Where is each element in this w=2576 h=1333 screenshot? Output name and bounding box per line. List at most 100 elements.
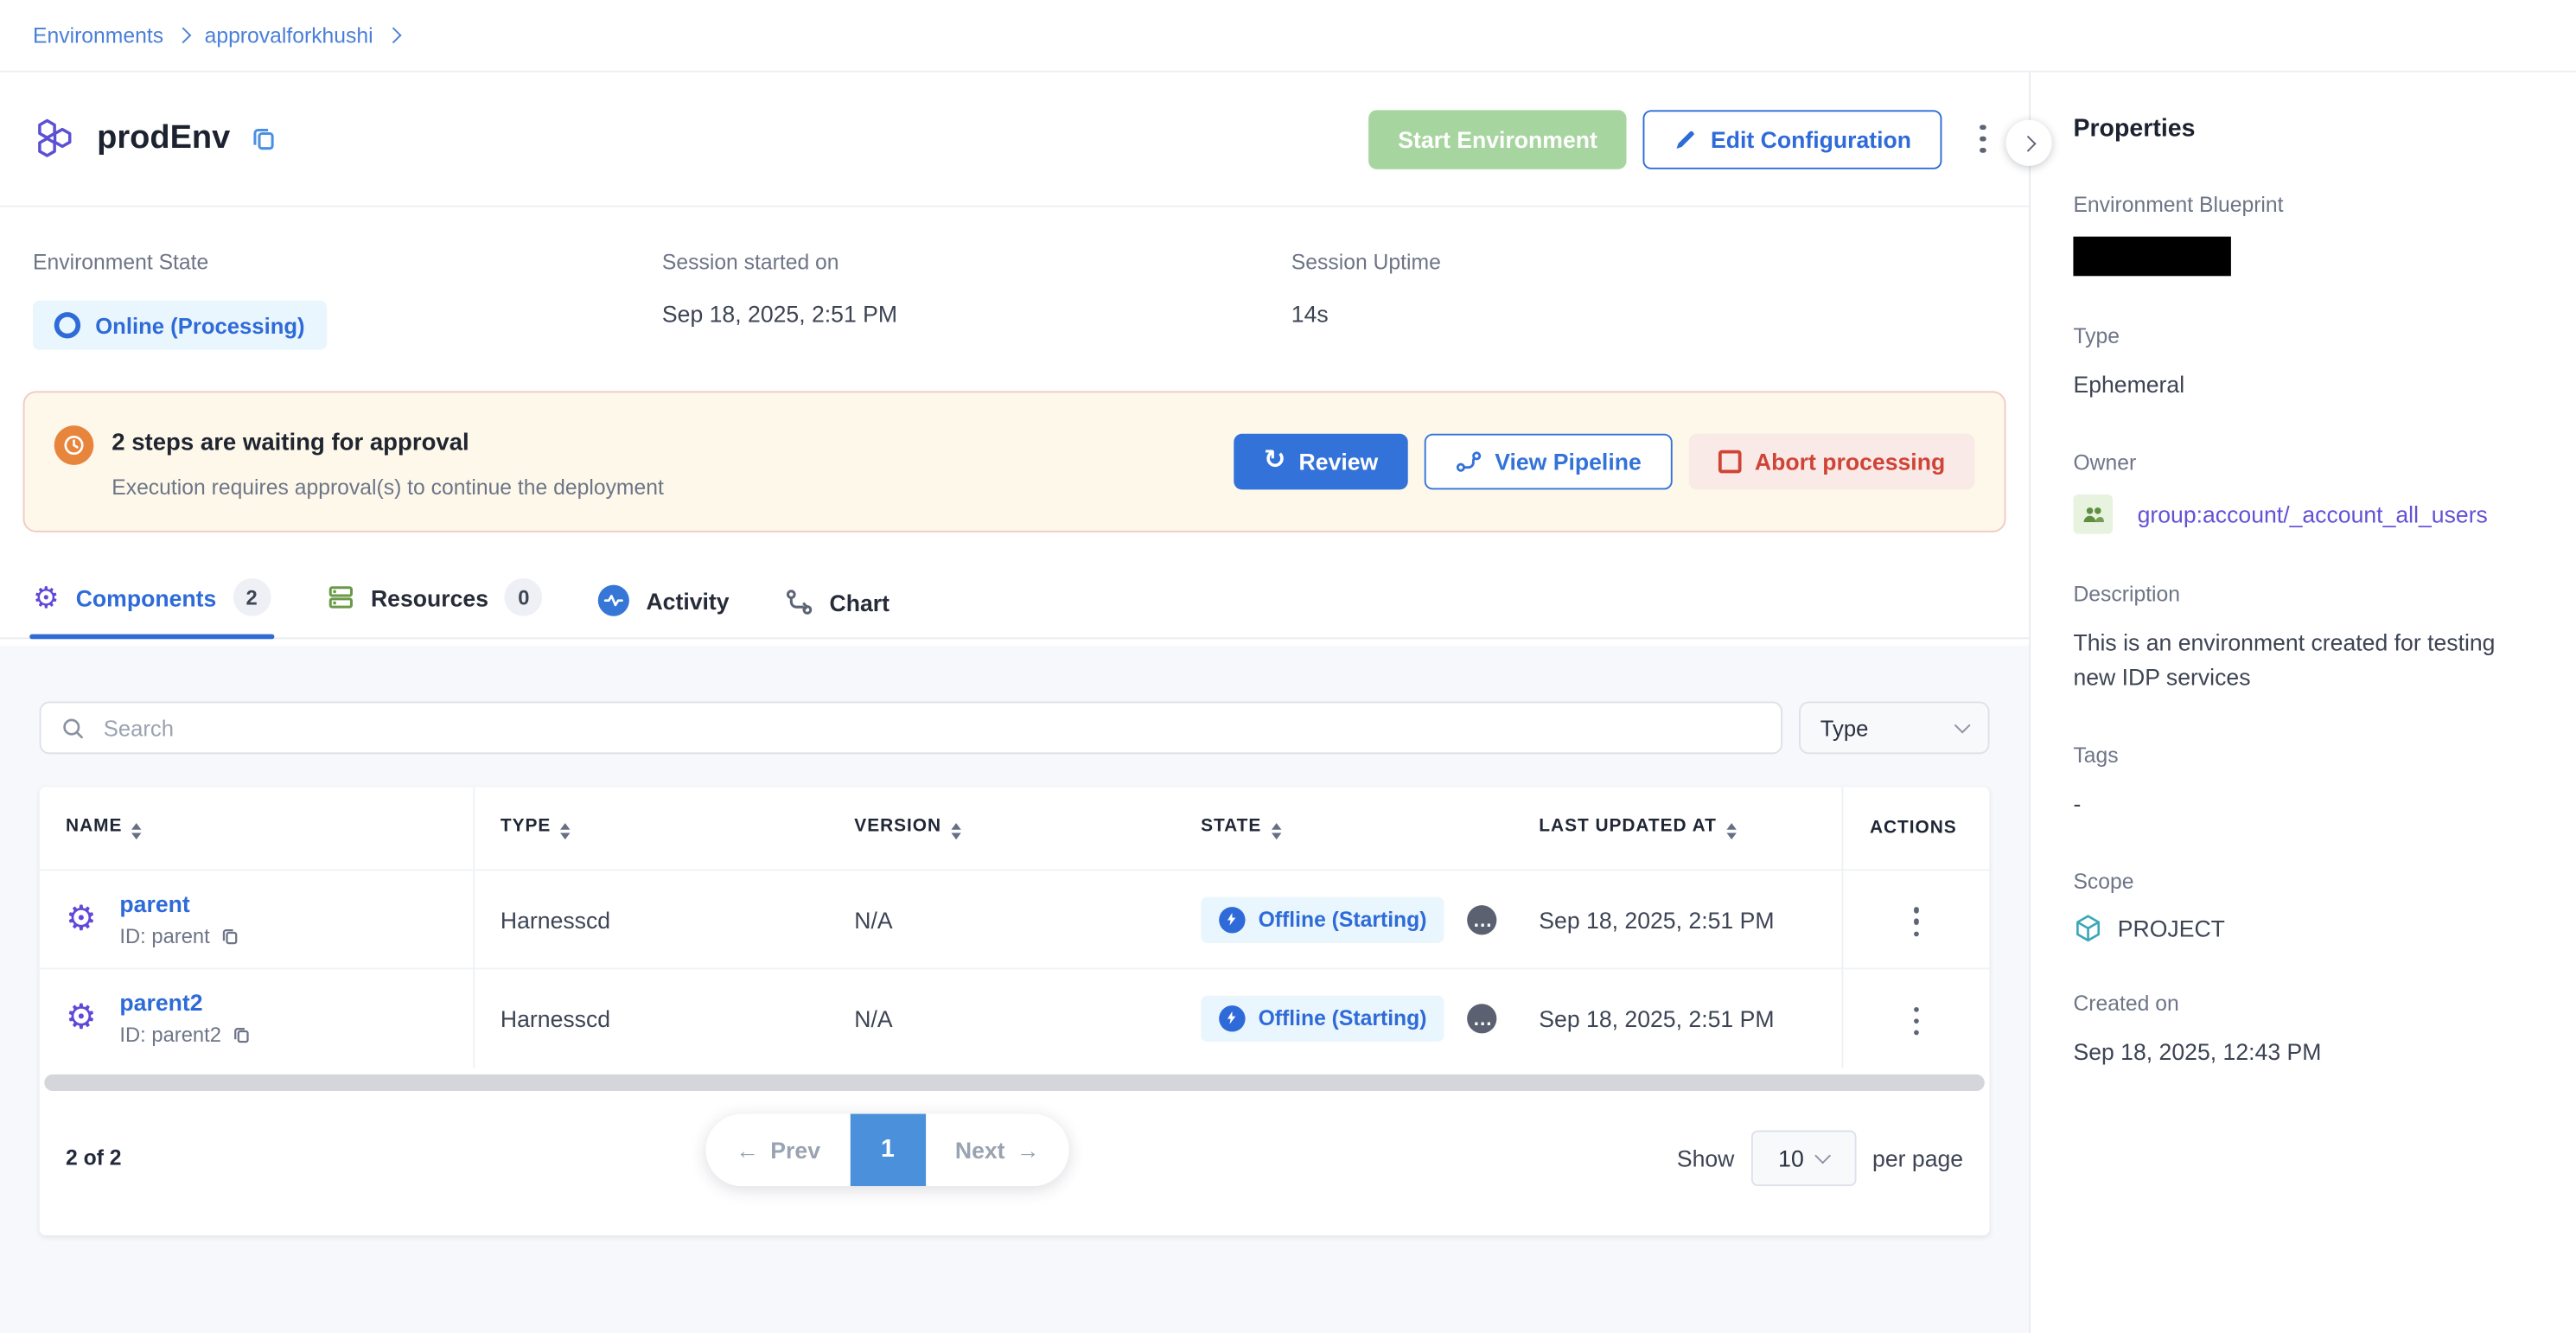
copy-id-icon[interactable] — [220, 927, 239, 947]
breadcrumb-separator-icon — [175, 27, 192, 43]
page-size-select[interactable]: 10 — [1750, 1130, 1856, 1186]
start-environment-button[interactable]: Start Environment — [1368, 109, 1627, 168]
components-table: NAME TYPE VERSION STATE LAST UPDATED AT … — [40, 787, 1990, 1067]
type-label: Type — [2073, 323, 2533, 348]
row-actions-kebab-icon[interactable] — [1903, 897, 1929, 947]
approval-banner-subtitle: Execution requires approval(s) to contin… — [112, 475, 664, 500]
environment-state-badge: Online (Processing) — [33, 301, 326, 350]
components-tab-content: Type NAME TYPE VERSION STATE — [0, 646, 2029, 1333]
properties-panel: Properties Environment Blueprint Type Ep… — [2029, 73, 2576, 1333]
main-column: prodEnv Start Environment Edit Configura… — [0, 73, 2029, 1333]
component-search — [40, 702, 1782, 755]
session-uptime-value: 14s — [1291, 301, 1921, 327]
project-cube-icon — [2073, 914, 2102, 943]
approval-banner-title: 2 steps are waiting for approval — [112, 431, 664, 456]
component-name-link[interactable]: parent — [119, 890, 189, 916]
component-id: ID: parent — [119, 925, 209, 948]
row-actions-kebab-icon[interactable] — [1903, 997, 1929, 1046]
type-filter-dropdown[interactable]: Type — [1799, 702, 1989, 755]
column-header-state[interactable]: STATE — [1175, 787, 1513, 870]
sort-icon — [561, 823, 571, 839]
column-header-last-updated[interactable]: LAST UPDATED AT — [1513, 787, 1843, 870]
column-header-actions: ACTIONS — [1843, 787, 1990, 870]
per-page-label: per page — [1872, 1145, 1963, 1170]
horizontal-scrollbar[interactable] — [44, 1074, 1985, 1090]
abort-processing-button[interactable]: Abort processing — [1689, 434, 1975, 490]
owner-label: Owner — [2073, 450, 2533, 475]
breadcrumb-environments-link[interactable]: Environments — [33, 23, 163, 48]
scope-value: PROJECT — [2118, 915, 2225, 941]
column-header-type[interactable]: TYPE — [474, 787, 828, 870]
components-table-card: NAME TYPE VERSION STATE LAST UPDATED AT … — [40, 787, 1990, 1234]
search-input[interactable] — [100, 714, 1761, 742]
created-on-value: Sep 18, 2025, 12:43 PM — [2073, 1035, 2533, 1069]
lightning-bolt-icon — [1219, 1005, 1245, 1031]
view-pipeline-button[interactable]: View Pipeline — [1424, 434, 1672, 490]
chart-nodes-icon — [785, 588, 813, 615]
pagination: 2 of 2 ← Prev 1 Next → Show — [40, 1090, 1990, 1234]
tags-value: - — [2073, 787, 2533, 821]
component-version: N/A — [828, 870, 1175, 968]
copy-environment-name-icon[interactable] — [246, 122, 281, 156]
tags-label: Tags — [2073, 743, 2533, 768]
type-field: Type Ephemeral — [2073, 323, 2533, 402]
environment-state-label: Environment State — [33, 250, 662, 275]
environment-detail-page: Environments approvalforkhushi prodEnv — [0, 0, 2576, 1333]
edit-configuration-button[interactable]: Edit Configuration — [1643, 109, 1942, 168]
resources-count-badge: 0 — [505, 578, 543, 616]
approval-banner: 2 steps are waiting for approval Executi… — [23, 391, 2006, 532]
group-users-icon — [2073, 494, 2113, 534]
component-id: ID: parent2 — [119, 1024, 221, 1047]
table-row: ⚙ parent ID: parent — [40, 870, 1990, 968]
state-details-ellipsis-icon[interactable]: … — [1468, 1004, 1497, 1033]
stop-square-icon — [1718, 450, 1742, 474]
owner-group-link[interactable]: group:account/_account_all_users — [2138, 501, 2488, 527]
collapse-properties-panel-button[interactable] — [2006, 120, 2052, 166]
lightning-bolt-icon — [1219, 906, 1245, 932]
activity-pulse-icon — [598, 585, 629, 616]
breadcrumb: Environments approvalforkhushi — [0, 0, 2576, 73]
tab-activity[interactable]: Activity — [598, 585, 729, 638]
pipeline-icon — [1456, 449, 1482, 475]
current-page-button[interactable]: 1 — [850, 1113, 925, 1186]
copy-id-icon[interactable] — [231, 1025, 251, 1045]
pagination-summary: 2 of 2 — [66, 1145, 122, 1170]
components-count-badge: 2 — [233, 578, 271, 616]
tab-chart[interactable]: Chart — [785, 588, 889, 637]
session-started-block: Session started on Sep 18, 2025, 2:51 PM — [662, 250, 1291, 350]
header-more-options-kebab-icon[interactable] — [1970, 114, 1996, 163]
component-last-updated: Sep 18, 2025, 2:51 PM — [1513, 870, 1843, 968]
pencil-icon — [1674, 127, 1698, 150]
pager-pill: ← Prev 1 Next → — [706, 1113, 1068, 1186]
column-header-version[interactable]: VERSION — [828, 787, 1175, 870]
page-header: prodEnv Start Environment Edit Configura… — [0, 73, 2029, 207]
component-state-badge: Offline (Starting) — [1201, 896, 1444, 942]
review-button[interactable]: ↻ Review — [1234, 434, 1408, 490]
session-uptime-block: Session Uptime 14s — [1291, 250, 1921, 350]
sort-icon — [1726, 823, 1736, 839]
description-label: Description — [2073, 582, 2533, 607]
created-on-label: Created on — [2073, 991, 2533, 1016]
component-gear-icon: ⚙ — [66, 1001, 97, 1036]
breadcrumb-project-link[interactable]: approvalforkhushi — [205, 23, 373, 48]
tab-resources[interactable]: Resources 0 — [327, 578, 543, 637]
session-summary: Environment State Online (Processing) Se… — [0, 207, 2029, 349]
component-type: Harnesscd — [474, 968, 828, 1067]
prev-page-button[interactable]: ← Prev — [706, 1113, 850, 1186]
environment-state-block: Environment State Online (Processing) — [33, 250, 662, 350]
page-title: prodEnv — [97, 120, 230, 158]
show-label: Show — [1677, 1145, 1735, 1170]
state-details-ellipsis-icon[interactable]: … — [1468, 904, 1497, 934]
arrow-right-icon: → — [1017, 1136, 1040, 1162]
arrow-left-icon: ← — [736, 1136, 759, 1162]
session-started-label: Session started on — [662, 250, 1291, 275]
column-header-name[interactable]: NAME — [40, 787, 474, 870]
blueprint-label: Environment Blueprint — [2073, 192, 2533, 217]
session-started-value: Sep 18, 2025, 2:51 PM — [662, 301, 1291, 327]
tab-components[interactable]: ⚙ Components 2 — [33, 578, 271, 637]
blueprint-field: Environment Blueprint — [2073, 192, 2533, 276]
component-name-link[interactable]: parent2 — [119, 990, 202, 1016]
online-ring-icon — [54, 312, 80, 338]
next-page-button[interactable]: Next → — [926, 1113, 1069, 1186]
created-on-field: Created on Sep 18, 2025, 12:43 PM — [2073, 991, 2533, 1069]
